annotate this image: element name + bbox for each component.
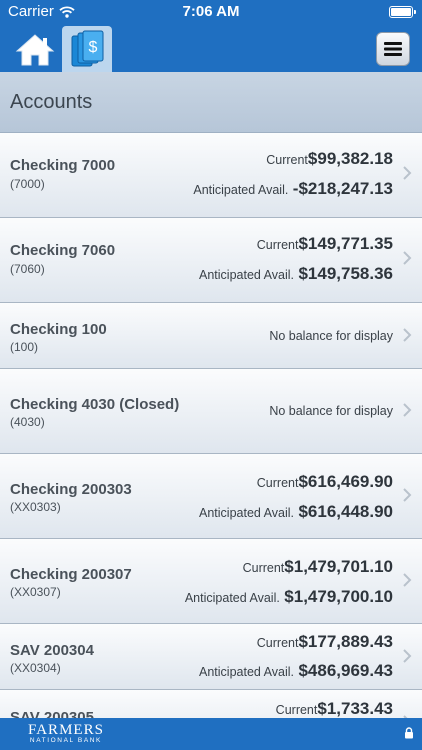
account-number: (XX0307) [10, 585, 61, 599]
page-title: Accounts [10, 91, 93, 113]
account-number: (4030) [10, 415, 45, 429]
current-balance: Current$1,733.43 [276, 699, 393, 719]
chevron-right-icon [403, 166, 412, 180]
anticipated-amount: $616,448.90 [298, 502, 393, 521]
account-list[interactable]: Checking 7000 (7000) Current$99,382.18 A… [0, 133, 422, 750]
bank-logo-name: FARMERS [28, 722, 104, 738]
anticipated-label: Anticipated Avail. [193, 183, 289, 197]
current-balance: Current$616,469.90 [257, 472, 393, 492]
account-row[interactable]: SAV 200304 (XX0304) Current$177,889.43 A… [0, 624, 422, 690]
account-row[interactable]: Checking 4030 (Closed) (4030) No balance… [0, 369, 422, 454]
account-name: Checking 4030 (Closed) [10, 396, 180, 413]
anticipated-label: Anticipated Avail. [199, 506, 294, 520]
current-balance: Current$99,382.18 [266, 149, 393, 169]
home-icon [15, 34, 55, 66]
svg-text:$: $ [89, 39, 98, 56]
current-amount: $149,771.35 [298, 234, 393, 253]
current-label: Current [266, 153, 308, 167]
anticipated-amount: $486,969.43 [298, 661, 393, 680]
accounts-header: Accounts [0, 72, 422, 133]
account-row[interactable]: Checking 200307 (XX0307) Current$1,479,7… [0, 539, 422, 624]
account-number: (7000) [10, 177, 45, 191]
menu-button[interactable] [376, 32, 410, 66]
anticipated-amount: $1,479,700.10 [284, 587, 393, 606]
lock-icon [405, 727, 413, 739]
anticipated-balance: Anticipated Avail. -$218,247.13 [193, 179, 393, 199]
account-name: Checking 100 [10, 321, 107, 338]
chevron-right-icon [403, 573, 412, 587]
chevron-right-icon [403, 328, 412, 342]
anticipated-label: Anticipated Avail. [199, 665, 294, 679]
current-amount: $1,733.43 [317, 699, 393, 718]
footer-bar: FARMERS NATIONAL BANK [0, 718, 422, 750]
current-amount: $1,479,701.10 [284, 557, 393, 576]
account-number: (XX0304) [10, 661, 61, 675]
home-button[interactable] [12, 30, 58, 70]
no-balance-text: No balance for display [269, 329, 393, 343]
current-amount: $99,382.18 [307, 149, 393, 168]
anticipated-amount: $149,758.36 [298, 264, 393, 283]
no-balance-text: No balance for display [269, 404, 393, 418]
anticipated-balance: Anticipated Avail. $616,448.90 [199, 502, 393, 522]
account-row[interactable]: Checking 200303 (XX0303) Current$616,469… [0, 454, 422, 539]
account-name: SAV 200304 [10, 642, 94, 659]
account-name: Checking 200307 [10, 566, 132, 583]
account-number: (XX0303) [10, 500, 61, 514]
chevron-right-icon [403, 251, 412, 265]
anticipated-balance: Anticipated Avail. $486,969.43 [199, 661, 393, 681]
current-balance: Current$1,479,701.10 [243, 557, 393, 577]
account-name: Checking 200303 [10, 481, 132, 498]
anticipated-amount: -$218,247.13 [292, 179, 393, 198]
status-time: 7:06 AM [182, 3, 240, 20]
chevron-right-icon [403, 403, 412, 417]
current-label: Current [256, 636, 299, 650]
status-bar: Carrier 7:06 AM [0, 0, 422, 24]
current-label: Current [256, 476, 299, 490]
top-bar: Carrier 7:06 AM $ [0, 0, 422, 72]
anticipated-label: Anticipated Avail. [184, 591, 280, 605]
account-number: (100) [10, 340, 39, 354]
account-number: (7060) [10, 262, 45, 276]
battery-icon [389, 6, 416, 18]
chevron-right-icon [403, 488, 412, 502]
current-balance: Current$149,771.35 [257, 234, 393, 254]
current-label: Current [256, 238, 299, 252]
anticipated-label: Anticipated Avail. [199, 268, 294, 282]
account-row[interactable]: Checking 100 (100) No balance for displa… [0, 303, 422, 369]
current-amount: $616,469.90 [298, 472, 393, 491]
account-row[interactable]: Checking 7060 (7060) Current$149,771.35 … [0, 218, 422, 303]
anticipated-balance: Anticipated Avail. $149,758.36 [199, 264, 393, 284]
current-amount: $177,889.43 [298, 632, 393, 651]
anticipated-balance: Anticipated Avail. $1,479,700.10 [185, 587, 393, 607]
hamburger-menu-icon [384, 42, 402, 56]
current-label: Current [242, 561, 285, 575]
account-row[interactable]: Checking 7000 (7000) Current$99,382.18 A… [0, 133, 422, 218]
account-name: Checking 7060 [10, 242, 116, 259]
current-label: Current [275, 703, 318, 717]
bank-logo-sub: NATIONAL BANK [29, 737, 102, 744]
bank-logo: FARMERS NATIONAL BANK [28, 723, 104, 745]
account-name: Checking 7000 [10, 157, 116, 174]
current-balance: Current$177,889.43 [257, 632, 393, 652]
dollar-cards-icon: $ [71, 30, 104, 67]
chevron-right-icon [403, 649, 412, 663]
accounts-tab[interactable]: $ [62, 26, 112, 72]
